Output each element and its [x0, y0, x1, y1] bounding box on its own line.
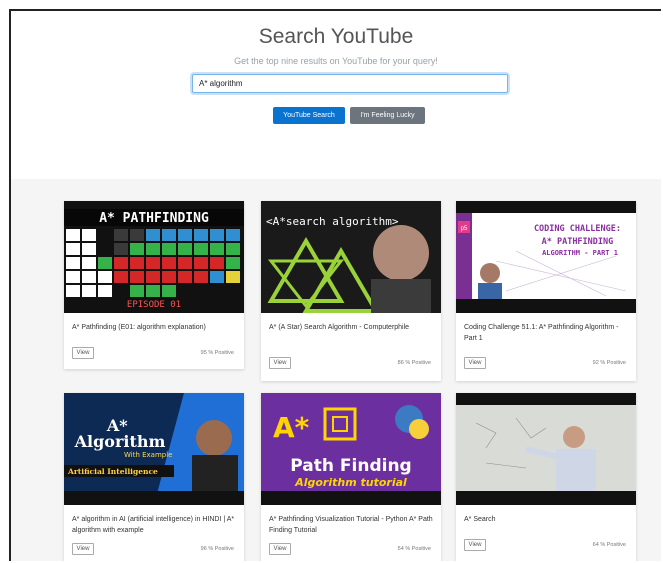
video-title[interactable]: A* Search	[456, 505, 636, 536]
view-button[interactable]: View	[72, 543, 94, 555]
video-title[interactable]: A* Pathfinding Visualization Tutorial - …	[261, 505, 441, 536]
thumb-title-text: Algorithm	[74, 432, 166, 451]
view-button[interactable]: View	[72, 347, 94, 359]
result-card: A* Search View 64 % Positive	[456, 393, 636, 561]
p5-badge: p5	[461, 226, 468, 232]
results-area: A* PATHFINDING EPISODE 01 A* Pathfinding…	[11, 179, 661, 561]
thumb-title-text: A* PATHFINDING	[99, 211, 209, 226]
video-thumbnail[interactable]: A* PATHFINDING EPISODE 01	[64, 201, 244, 313]
video-thumbnail[interactable]: A* Algorithm With Example Artificial Int…	[64, 393, 244, 505]
view-button[interactable]: View	[269, 543, 291, 555]
thumb-band-text: Artificial Intelligence	[67, 467, 158, 476]
header: Search YouTube Get the top nine results …	[11, 11, 661, 181]
result-card: A* Algorithm With Example Artificial Int…	[64, 393, 244, 561]
result-card: A* PATHFINDING EPISODE 01 A* Pathfinding…	[64, 201, 244, 369]
card-footer: View 54 % Positive	[261, 540, 441, 561]
view-button[interactable]: View	[464, 357, 486, 369]
page-title: Search YouTube	[258, 25, 414, 48]
thumb-sub-text: EPISODE 01	[127, 300, 181, 310]
video-title[interactable]: A* Pathfinding (E01: algorithm explanati…	[64, 313, 244, 344]
page-frame: Search YouTube Get the top nine results …	[9, 9, 661, 561]
video-thumbnail[interactable]: <A*search algorithm>	[261, 201, 441, 313]
search-input[interactable]	[192, 74, 508, 93]
video-thumbnail[interactable]	[456, 393, 636, 505]
pathfinding-grid-thumbnail: A* PATHFINDING EPISODE 01	[64, 201, 244, 313]
card-footer: View 86 % Positive	[261, 354, 441, 378]
page-subtitle: Get the top nine results on YouTube for …	[234, 56, 438, 66]
result-card: <A*search algorithm> A* (A Star) Search …	[261, 201, 441, 381]
video-thumbnail[interactable]: A* Path Finding Algorithm tutorial	[261, 393, 441, 505]
view-button[interactable]: View	[464, 539, 486, 551]
thumb-title-text: <A*search algorithm>	[266, 215, 399, 228]
computerphile-thumbnail: <A*search algorithm>	[261, 201, 441, 313]
thumb-sub-text: With Example	[124, 451, 173, 459]
video-title[interactable]: A* algorithm in AI (artificial intellige…	[64, 505, 244, 536]
thumb-title-text: CODING CHALLENGE: A* PATHFINDING ALGORIT…	[534, 224, 626, 257]
a-star-hindi-thumbnail: A* Algorithm With Example Artificial Int…	[64, 393, 244, 505]
card-footer: View 92 % Positive	[456, 354, 636, 378]
feeling-lucky-button[interactable]: I'm Feeling Lucky	[350, 107, 425, 124]
positive-rating: 64 % Positive	[592, 542, 626, 548]
positive-rating: 96 % Positive	[200, 546, 234, 552]
video-title[interactable]: A* (A Star) Search Algorithm - Computerp…	[261, 313, 441, 344]
positive-rating: 92 % Positive	[592, 360, 626, 366]
positive-rating: 95 % Positive	[200, 350, 234, 356]
view-button[interactable]: View	[269, 357, 291, 369]
positive-rating: 54 % Positive	[397, 546, 431, 552]
thumb-sub-text: Algorithm tutorial	[294, 476, 407, 489]
card-footer: View 96 % Positive	[64, 540, 244, 561]
lecture-thumbnail	[456, 393, 636, 505]
result-card: A* Path Finding Algorithm tutorial A* Pa…	[261, 393, 441, 561]
python-pathfinding-thumbnail: A* Path Finding Algorithm tutorial	[261, 393, 441, 505]
youtube-search-button[interactable]: YouTube Search	[273, 107, 345, 124]
card-footer: View 64 % Positive	[456, 536, 636, 560]
positive-rating: 86 % Positive	[397, 360, 431, 366]
result-card: p5 CODING CHALLENGE: A* PATHFINDING ALGO…	[456, 201, 636, 381]
coding-challenge-thumbnail: p5 CODING CHALLENGE: A* PATHFINDING ALGO…	[456, 201, 636, 313]
video-thumbnail[interactable]: p5 CODING CHALLENGE: A* PATHFINDING ALGO…	[456, 201, 636, 313]
thumb-title-text: Path Finding	[290, 456, 411, 476]
svg-text:A*: A*	[273, 411, 310, 444]
video-title[interactable]: Coding Challenge 51.1: A* Pathfinding Al…	[456, 313, 636, 344]
card-footer: View 95 % Positive	[64, 344, 244, 368]
